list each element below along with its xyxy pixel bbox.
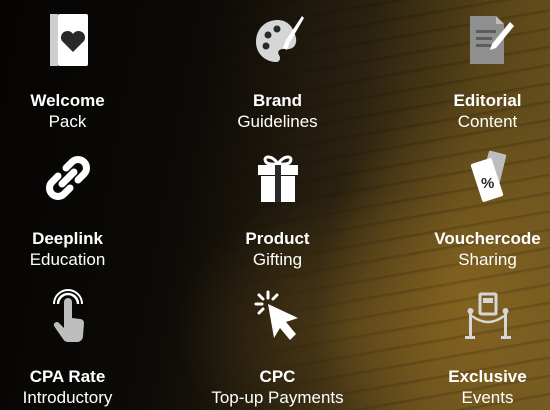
benefit-welcome-pack: Welcome Pack [0,12,159,132]
benefit-subtitle: Events [461,388,514,407]
benefit-title: Brand [252,91,303,110]
benefit-product-gifting: Product Gifting [186,150,369,270]
pen-document-icon [469,16,514,64]
benefit-subtitle: Gifting [252,250,303,269]
benefit-cpc-top-up-payments: CPC Top-up Payments [186,288,369,408]
benefit-title: Editorial [453,91,522,110]
benefit-subtitle: Guidelines [237,112,318,131]
svg-text:%: % [481,175,494,192]
palette-icon [255,16,304,62]
benefit-editorial-content: Editorial Content [396,12,550,132]
velvet-rope-icon [464,292,511,339]
benefit-title: Product [245,229,310,248]
benefit-subtitle: Sharing [458,250,517,269]
benefit-title: Deeplink [32,229,103,248]
link-icon [45,156,90,200]
benefit-cpa-rate-introductory: CPA Rate Introductory [0,288,159,408]
voucher-icon: % [470,150,506,202]
tap-hand-icon [52,289,84,342]
cursor-click-icon [254,290,298,340]
benefit-title: CPC [259,367,296,386]
heart-book-icon [49,14,88,66]
benefit-subtitle: Pack [48,112,87,131]
benefit-title: Exclusive [448,367,527,386]
benefit-subtitle: Content [457,112,518,131]
benefit-exclusive-events: Exclusive Events [396,288,550,408]
benefit-title: Vouchercode [434,229,541,248]
benefit-title: CPA Rate [29,367,106,386]
benefit-subtitle: Top-up Payments [211,388,344,407]
gift-icon [257,155,298,202]
benefit-subtitle: Education [29,250,106,269]
benefit-vouchercode-sharing: % Vouchercode Sharing [396,150,550,270]
benefit-title: Welcome [30,91,105,110]
benefit-brand-guidelines: Brand Guidelines [186,12,369,132]
benefit-deeplink-education: Deeplink Education [0,150,159,270]
benefit-subtitle: Introductory [22,388,113,407]
